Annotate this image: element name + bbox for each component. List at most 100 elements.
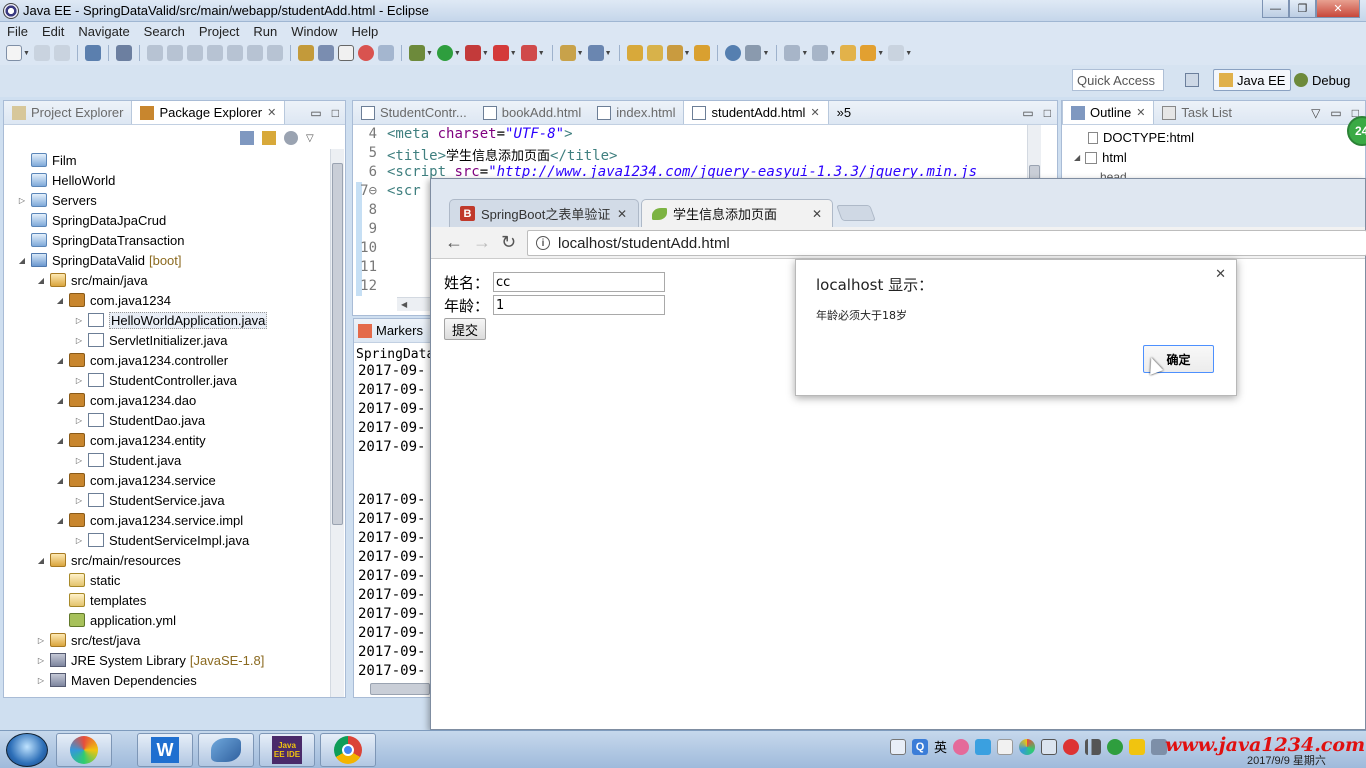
taskbar-app-chrome[interactable] xyxy=(320,733,376,767)
dropdown-arrow-icon[interactable]: ▼ xyxy=(426,50,433,57)
start-button[interactable] xyxy=(6,733,48,767)
expand-twisty-icon[interactable]: ▷ xyxy=(35,656,47,665)
tree-item[interactable]: ▷ src/test/java xyxy=(35,630,140,650)
step-into-icon[interactable] xyxy=(226,45,243,61)
menu-edit[interactable]: Edit xyxy=(35,24,71,39)
reload-icon[interactable]: ↻ xyxy=(501,232,516,253)
ime-language[interactable]: 英 xyxy=(934,737,947,756)
open-type-icon[interactable] xyxy=(626,45,643,61)
tree-item[interactable]: ▷ Servers xyxy=(16,190,97,210)
tree-item[interactable]: ◢ com.java1234 xyxy=(54,290,171,310)
tree-item[interactable]: ◢ SpringDataValid [boot] xyxy=(16,250,182,270)
minimize-button[interactable]: — xyxy=(1262,0,1289,18)
browser-tab-student-add[interactable]: 学生信息添加页面 ✕ xyxy=(641,199,833,227)
save-all-icon[interactable] xyxy=(53,45,70,61)
site-info-icon[interactable]: i xyxy=(536,236,550,250)
shield-tray-icon[interactable] xyxy=(1107,738,1124,755)
disconnect-icon[interactable] xyxy=(206,45,223,61)
flower-tray-icon[interactable] xyxy=(953,738,970,755)
java-ee-perspective-button[interactable]: Java EE xyxy=(1213,69,1292,91)
dropdown-arrow-icon[interactable]: ▼ xyxy=(905,50,912,57)
expand-twisty-icon[interactable]: ◢ xyxy=(54,356,66,365)
tab-studentcontroller[interactable]: StudentContr... xyxy=(353,101,475,124)
forward-icon[interactable] xyxy=(888,45,905,61)
code-line[interactable]: 8 xyxy=(353,202,387,221)
tree-item[interactable]: ▷ JRE System Library [JavaSE-1.8] xyxy=(35,650,264,670)
dropdown-arrow-icon[interactable]: ▼ xyxy=(510,50,517,57)
expand-twisty-icon[interactable]: ◢ xyxy=(35,556,47,565)
tree-item[interactable]: ◢ src/main/java xyxy=(35,270,148,290)
debug-icon[interactable] xyxy=(408,45,425,61)
tree-item[interactable]: ◢ com.java1234.service.impl xyxy=(54,510,243,530)
menu-project[interactable]: Project xyxy=(192,24,246,39)
dropdown-arrow-icon[interactable]: ▼ xyxy=(454,50,461,57)
signal-tray-icon[interactable] xyxy=(1085,738,1102,755)
outline-item-html[interactable]: ◢ html xyxy=(1074,150,1127,165)
tree-item[interactable]: ◢ com.java1234.dao xyxy=(54,390,196,410)
expand-twisty-icon[interactable]: ▷ xyxy=(73,536,85,545)
menu-run[interactable]: Run xyxy=(246,24,284,39)
tree-item[interactable]: ◢ com.java1234.entity xyxy=(54,430,206,450)
new-icon[interactable] xyxy=(6,45,22,61)
view-menu-icon[interactable]: ▽ xyxy=(306,133,314,144)
step-return-icon[interactable] xyxy=(266,45,283,61)
web-browser-icon[interactable] xyxy=(357,45,374,61)
code-line[interactable]: 12 xyxy=(353,278,387,297)
tree-item[interactable]: ▷ StudentService.java xyxy=(73,490,225,510)
tab-project-explorer[interactable]: Project Explorer xyxy=(4,101,131,124)
close-tab-icon[interactable]: ✕ xyxy=(1136,106,1145,119)
expand-twisty-icon[interactable]: ◢ xyxy=(54,296,66,305)
toggle-mark-icon[interactable] xyxy=(317,45,334,61)
menu-navigate[interactable]: Navigate xyxy=(71,24,136,39)
tree-item[interactable]: HelloWorld xyxy=(16,170,115,190)
box-tray-icon[interactable] xyxy=(997,738,1014,755)
code-line[interactable]: 11 xyxy=(353,259,387,278)
tree-item[interactable]: ▷ ServletInitializer.java xyxy=(73,330,228,350)
clock-date[interactable]: 2017/9/9 星期六 xyxy=(1247,752,1326,768)
next-annotation-icon[interactable] xyxy=(784,45,801,61)
address-bar[interactable]: i localhost/studentAdd.html xyxy=(527,230,1366,256)
dropdown-arrow-icon[interactable]: ▼ xyxy=(684,50,691,57)
quick-access-input[interactable]: Quick Access xyxy=(1072,69,1164,91)
tab-package-explorer[interactable]: Package Explorer ✕ xyxy=(131,101,286,124)
step-over-icon[interactable] xyxy=(246,45,263,61)
dropdown-arrow-icon[interactable]: ▼ xyxy=(577,50,584,57)
close-tab-icon[interactable]: ✕ xyxy=(267,106,276,119)
q-ime-icon[interactable]: Q xyxy=(912,738,928,755)
tree-item[interactable]: ▷ StudentServiceImpl.java xyxy=(73,530,249,550)
tree-scrollbar[interactable] xyxy=(330,149,344,697)
tab-task-list[interactable]: Task List xyxy=(1154,101,1240,124)
search-icon[interactable] xyxy=(694,45,711,61)
tree-item[interactable]: ▷ Student.java xyxy=(73,450,181,470)
tree-item[interactable]: ▷ StudentDao.java xyxy=(73,410,205,430)
tree-item[interactable]: ▷ StudentController.java xyxy=(73,370,237,390)
expand-twisty-icon[interactable]: ▷ xyxy=(35,636,47,645)
code-line[interactable]: 4 <meta charset="UTF-8"> xyxy=(353,126,573,145)
network-share-tray-icon[interactable] xyxy=(1041,738,1058,755)
view-menu-icon[interactable]: ▽ xyxy=(1311,106,1320,120)
maximize-view-icon[interactable]: □ xyxy=(332,106,339,120)
code-line[interactable]: 9 xyxy=(353,221,387,240)
dropdown-arrow-icon[interactable]: ▼ xyxy=(829,50,836,57)
run-external-icon[interactable] xyxy=(464,45,481,61)
tree-item[interactable]: ▷ Maven Dependencies xyxy=(35,670,197,690)
tree-item[interactable]: application.yml xyxy=(54,610,176,630)
submit-button[interactable]: 提交 xyxy=(444,318,487,340)
tree-item[interactable]: static xyxy=(54,570,120,590)
dropdown-arrow-icon[interactable]: ▼ xyxy=(605,50,612,57)
stop-server-icon[interactable] xyxy=(492,45,509,61)
expand-twisty-icon[interactable]: ▷ xyxy=(73,416,85,425)
block-selection-icon[interactable] xyxy=(337,45,354,61)
alert-close-icon[interactable]: ✕ xyxy=(1215,266,1226,282)
expand-twisty-icon[interactable]: ◢ xyxy=(54,396,66,405)
tree-item[interactable]: Film xyxy=(16,150,77,170)
open-folder-icon[interactable] xyxy=(646,45,663,61)
expand-twisty-icon[interactable]: ▷ xyxy=(73,316,85,325)
forward-arrow-icon[interactable]: → xyxy=(473,232,491,253)
maximize-view-icon[interactable]: □ xyxy=(1044,106,1051,120)
flag-tray-icon[interactable] xyxy=(1129,738,1146,755)
back-arrow-icon[interactable]: ← xyxy=(445,232,463,253)
expand-twisty-icon[interactable]: ▷ xyxy=(16,196,28,205)
expand-twisty-icon[interactable]: ▷ xyxy=(73,496,85,505)
run-icon[interactable] xyxy=(436,45,453,61)
